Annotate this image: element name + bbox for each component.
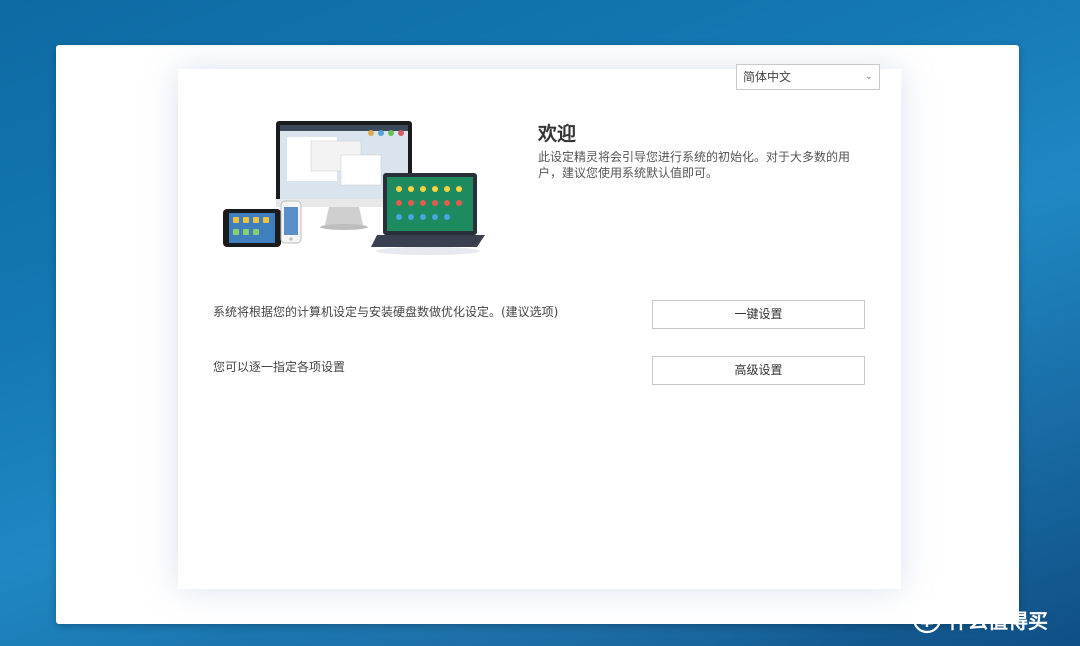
chevron-down-icon: ⌄ — [864, 71, 873, 82]
language-select[interactable]: 简体中文 ⌄ — [736, 64, 880, 90]
welcome-description: 此设定精灵将会引导您进行系统的初始化。对于大多数的用户，建议您使用系统默认值即可… — [538, 150, 851, 180]
advanced-setup-button[interactable]: 高级设置 — [652, 356, 865, 385]
one-click-setup-button[interactable]: 一键设置 — [652, 300, 865, 329]
advanced-setup-description: 您可以逐一指定各项设置 — [213, 360, 346, 374]
welcome-title: 欢迎 — [538, 123, 577, 145]
watermark: 什么值得买 — [912, 604, 1048, 634]
one-click-setup-description: 系统将根据您的计算机设定与安装硬盘数做优化设定。(建议选项) — [213, 305, 559, 319]
language-select-value: 简体中文 — [743, 70, 792, 84]
watermark-text: 什么值得买 — [948, 608, 1048, 633]
devices-illustration — [223, 121, 485, 255]
setup-wizard-dialog: 简体中文 ⌄ 欢迎 此设定精灵将会引导您进行系统的初始化。对于大多数的用户，建议… — [56, 45, 1019, 624]
watermark-logo-icon — [912, 604, 942, 634]
